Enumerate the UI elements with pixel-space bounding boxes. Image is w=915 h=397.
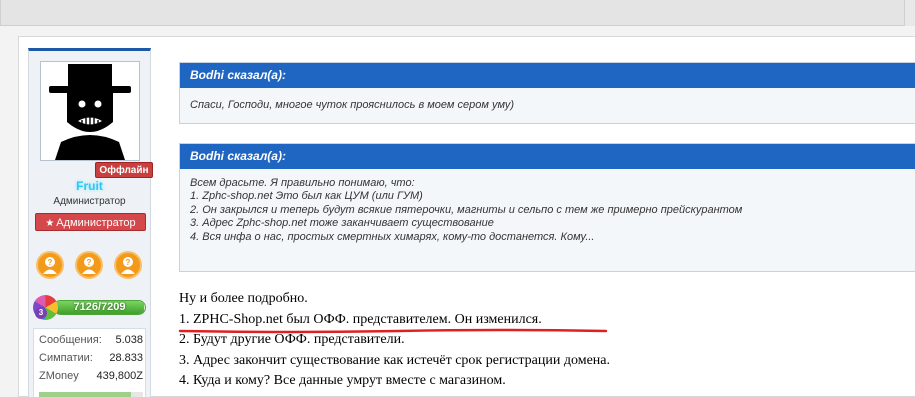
trophy-question-person-icon[interactable]: ?	[75, 251, 103, 279]
quote-body: Всем драсьте. Я правильно понимаю, что: …	[180, 169, 915, 252]
reply-line: Ну и более подробно.	[179, 291, 308, 306]
stat-value: 439,800Z	[96, 370, 143, 382]
reply-line: 3. Адрес закончит существование как исте…	[179, 352, 611, 368]
reply-text: Ну и более подробно. 1. ZPHC-Shop.net бы…	[179, 289, 909, 392]
svg-text:?: ?	[48, 258, 53, 267]
quote-body: Спаси, Господи, многое чуток прояснилось…	[180, 88, 915, 120]
post: Оффлайн Fruit Администратор ★ Администрат…	[18, 36, 915, 397]
user-title: Администратор	[53, 196, 126, 207]
status-badge: Оффлайн	[95, 162, 153, 178]
stat-bar-fill	[39, 392, 131, 397]
xp-progress-bar: 7126/7209	[53, 300, 146, 315]
level-number: 3	[35, 307, 47, 319]
red-underline-mark	[178, 328, 608, 334]
reply-line: 4. Куда и кому? Все данные умрут вместе …	[179, 373, 506, 388]
stat-label: Сообщения:	[39, 334, 102, 346]
star-icon: ★	[45, 218, 55, 229]
quote-line: Всем драсьте. Я правильно понимаю, что:	[190, 177, 415, 189]
avatar[interactable]	[40, 61, 140, 161]
stat-bar	[39, 392, 143, 397]
stat-row-zmoney: ZMoney 439,800Z	[39, 370, 143, 384]
avatar-image	[41, 62, 139, 160]
role-label: Администратор	[56, 217, 136, 229]
message-content: Bodhi сказал(а): Спаси, Господи, многое …	[167, 48, 915, 397]
stat-row-messages: Сообщения: 5.038	[39, 334, 143, 348]
quote-line: 2. Он закрылся и теперь будут всякие пят…	[190, 203, 743, 216]
svg-text:?: ?	[87, 258, 92, 267]
xp-text: 7126/7209	[73, 301, 126, 313]
quote-author[interactable]: Bodhi сказал(а):	[180, 144, 915, 169]
trophies: ? ? ?	[29, 251, 150, 281]
quote-line: 1. Zphc-shop.net Это был как ЦУМ (или ГУ…	[190, 190, 423, 203]
username[interactable]: Fruit	[29, 179, 150, 193]
user-stats: Сообщения: 5.038 Симпатии: 28.833 ZMoney…	[33, 328, 146, 397]
stat-label: Симпатии:	[39, 352, 93, 364]
role-banner: ★ Администратор	[35, 213, 146, 231]
quote-line: 3. Адрес Zphc-shop.net тоже заканчивает …	[190, 217, 494, 230]
quote-block: Bodhi сказал(а): Всем драсьте. Я правиль…	[179, 143, 915, 272]
quote-block: Bodhi сказал(а): Спаси, Господи, многое …	[179, 62, 915, 124]
trophy-question-person-icon[interactable]: ?	[36, 251, 64, 279]
trophy-question-person-icon[interactable]: ?	[114, 251, 142, 279]
user-panel: Оффлайн Fruit Администратор ★ Администрат…	[28, 48, 153, 397]
quote-line: Спаси, Господи, многое чуток прояснилось…	[190, 99, 515, 111]
top-bar	[0, 0, 915, 26]
quote-line: 4. Вся инфа о нас, простых смертных хима…	[190, 230, 595, 243]
stat-value: 28.833	[109, 352, 143, 364]
level-row: 7126/7209 3	[33, 295, 147, 321]
svg-text:?: ?	[126, 258, 131, 267]
quote-author[interactable]: Bodhi сказал(а):	[180, 63, 915, 88]
top-bar-box	[0, 0, 905, 26]
stat-value: 5.038	[115, 334, 143, 346]
stat-row-likes: Симпатии: 28.833	[39, 352, 143, 366]
stat-label: ZMoney	[39, 370, 79, 382]
